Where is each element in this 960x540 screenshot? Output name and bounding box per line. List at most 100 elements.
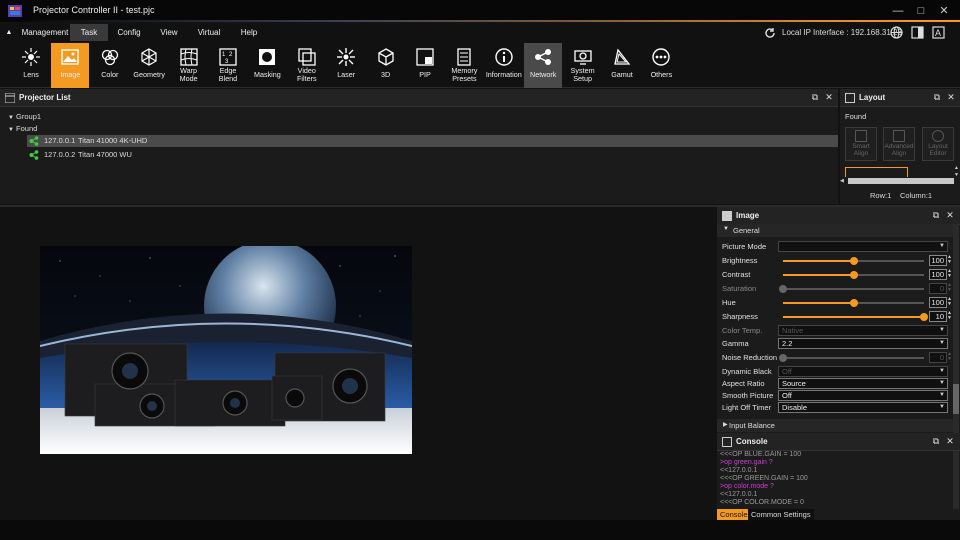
contrast-input[interactable]: 100	[929, 269, 947, 280]
slider-handle[interactable]	[850, 299, 858, 307]
menu-management[interactable]: Management	[18, 24, 72, 41]
contrast-slider[interactable]	[783, 271, 924, 279]
layout-scrollbar[interactable]	[848, 178, 954, 184]
noise-reduction-input[interactable]: 0	[929, 352, 947, 363]
title-bar: Projector Controller II - test.pjc — □ ✕	[0, 0, 960, 22]
collapse-caret-icon[interactable]: ▲	[4, 24, 14, 41]
gamut-icon	[614, 48, 631, 65]
menu-config[interactable]: Config	[110, 24, 148, 41]
slider-handle[interactable]	[850, 257, 858, 265]
projector-list-panel: Projector List ⧉ ✕ ▼ Group1 ▼ Found 127.…	[0, 89, 838, 204]
toolbar-3d-button[interactable]: 3D	[367, 43, 405, 88]
toolbar-network-button[interactable]: Network	[524, 43, 563, 88]
smart-align-button[interactable]: Smart Align	[845, 127, 877, 161]
row-label: Dynamic Black	[722, 367, 772, 376]
toolbar-others-button[interactable]: Others	[642, 43, 680, 88]
device-row[interactable]: 127.0.0.1 Titan 41000 4K-UHD	[27, 135, 838, 147]
picture-mode-select[interactable]: ▼	[778, 241, 948, 252]
menu-view[interactable]: View	[150, 24, 188, 41]
light-off-timer-row: Light Off Timer Disable ▼	[722, 402, 952, 414]
sharpness-slider[interactable]	[783, 313, 928, 321]
smooth-picture-select[interactable]: Off ▼	[778, 390, 948, 401]
hue-input[interactable]: 100	[929, 297, 947, 308]
close-button[interactable]: ✕	[934, 3, 954, 19]
dynamic-black-select[interactable]: Off ▼	[778, 366, 948, 377]
row-label: Row:1	[870, 191, 892, 200]
light-off-timer-select[interactable]: Disable ▼	[778, 402, 948, 413]
tab-common-settings[interactable]: Common Settings	[748, 509, 814, 520]
menu-task[interactable]: Task	[70, 24, 108, 41]
row-label: Brightness	[722, 256, 758, 265]
hue-slider[interactable]	[783, 299, 924, 307]
layout-cell[interactable]	[845, 167, 908, 177]
toolbar-warp-mode-button[interactable]: Warp Mode	[170, 43, 208, 88]
smart-align-icon	[855, 130, 867, 142]
noise-reduction-slider[interactable]	[779, 354, 924, 362]
close-icon[interactable]: ✕	[946, 92, 956, 103]
aspect-ratio-select[interactable]: Source ▼	[778, 378, 948, 389]
menu-virtual[interactable]: Virtual	[190, 24, 228, 41]
close-icon[interactable]: ✕	[824, 92, 834, 103]
others-icon	[652, 48, 671, 66]
toolbar-image-button[interactable]: Image	[51, 43, 90, 88]
toolbar-gamut-button[interactable]: Gamut	[603, 43, 641, 88]
globe-icon[interactable]	[890, 26, 903, 39]
toolbar-edge-blend-button[interactable]: 1 2 3 Edge Blend	[209, 43, 247, 88]
toolbar-video-filters-button[interactable]: Video Filters	[288, 43, 326, 88]
color-temp-select[interactable]: Native ▼	[778, 325, 948, 336]
font-icon[interactable]: A	[932, 26, 945, 39]
refresh-icon[interactable]	[764, 27, 776, 39]
saturation-slider[interactable]	[779, 285, 924, 293]
svg-text:2: 2	[229, 52, 233, 58]
advanced-align-button[interactable]: Advanced Align	[883, 127, 915, 161]
tab-console[interactable]: Console	[717, 509, 751, 520]
slider-handle[interactable]	[850, 271, 858, 279]
slider-handle[interactable]	[779, 285, 787, 293]
brightness-input[interactable]: 100	[929, 255, 947, 266]
restore-icon[interactable]: ⧉	[932, 92, 942, 103]
sharpness-input[interactable]: 10	[929, 311, 947, 322]
found-node[interactable]: ▼ Found	[8, 124, 37, 133]
close-icon[interactable]: ✕	[945, 436, 955, 447]
panel-layout-icon[interactable]	[911, 26, 924, 39]
minimize-button[interactable]: —	[888, 3, 908, 19]
noise-reduction-row: Noise Reduction 0 ▲ ▼	[722, 352, 952, 364]
slider-handle[interactable]	[779, 354, 787, 362]
brightness-slider[interactable]	[783, 257, 924, 265]
console-scrollbar[interactable]	[953, 451, 959, 509]
restore-icon[interactable]: ⧉	[931, 436, 941, 447]
toolbar-system-setup-button[interactable]: System Setup	[564, 43, 602, 88]
device-model: Titan 47000 WU	[78, 150, 132, 159]
scroll-left-icon[interactable]: ◀	[840, 178, 846, 184]
image-panel-scrollbar[interactable]	[953, 224, 959, 433]
saturation-input[interactable]: 0	[929, 283, 947, 294]
toolbar-label: Warp Mode	[179, 66, 198, 83]
toolbar-memory-presets-button[interactable]: Memory Presets	[445, 43, 483, 88]
toolbar-geometry-button[interactable]: Geometry	[130, 43, 168, 88]
toolbar-lens-button[interactable]: Lens	[12, 43, 50, 88]
toolbar-laser-button[interactable]: Laser	[327, 43, 365, 88]
general-section-header[interactable]: ▼ General	[717, 224, 953, 237]
device-row[interactable]: 127.0.0.2 Titan 47000 WU	[27, 149, 838, 161]
layout-editor-button[interactable]: Layout Editor	[922, 127, 954, 161]
toolbar-information-button[interactable]: Information	[485, 43, 523, 88]
toolbar-label: Geometry	[133, 70, 165, 79]
input-balance-section[interactable]: ▶ Input Balance	[717, 419, 953, 432]
brightness-row: Brightness 100 ▲ ▼	[722, 255, 952, 267]
restore-icon[interactable]: ⧉	[810, 92, 820, 103]
group-node[interactable]: ▼ Group1	[8, 112, 41, 121]
close-icon[interactable]: ✕	[945, 210, 955, 221]
toolbar-masking-button[interactable]: Masking	[248, 43, 286, 88]
console-line: <<<OP GREEN.GAIN = 100	[720, 475, 808, 482]
chevron-down-icon: ▼	[939, 327, 945, 333]
slider-handle[interactable]	[920, 313, 928, 321]
restore-icon[interactable]: ⧉	[931, 210, 941, 221]
toolbar-color-button[interactable]: Color	[91, 43, 129, 88]
scroll-updown-icon[interactable]: ▲ ▼	[954, 165, 960, 179]
maximize-button[interactable]: □	[911, 3, 931, 19]
toolbar-pip-button[interactable]: PIP	[406, 43, 444, 88]
scroll-thumb[interactable]	[953, 384, 959, 414]
slider-fill	[783, 316, 924, 318]
menu-help[interactable]: Help	[230, 24, 268, 41]
gamma-select[interactable]: 2.2 ▼	[778, 338, 948, 349]
